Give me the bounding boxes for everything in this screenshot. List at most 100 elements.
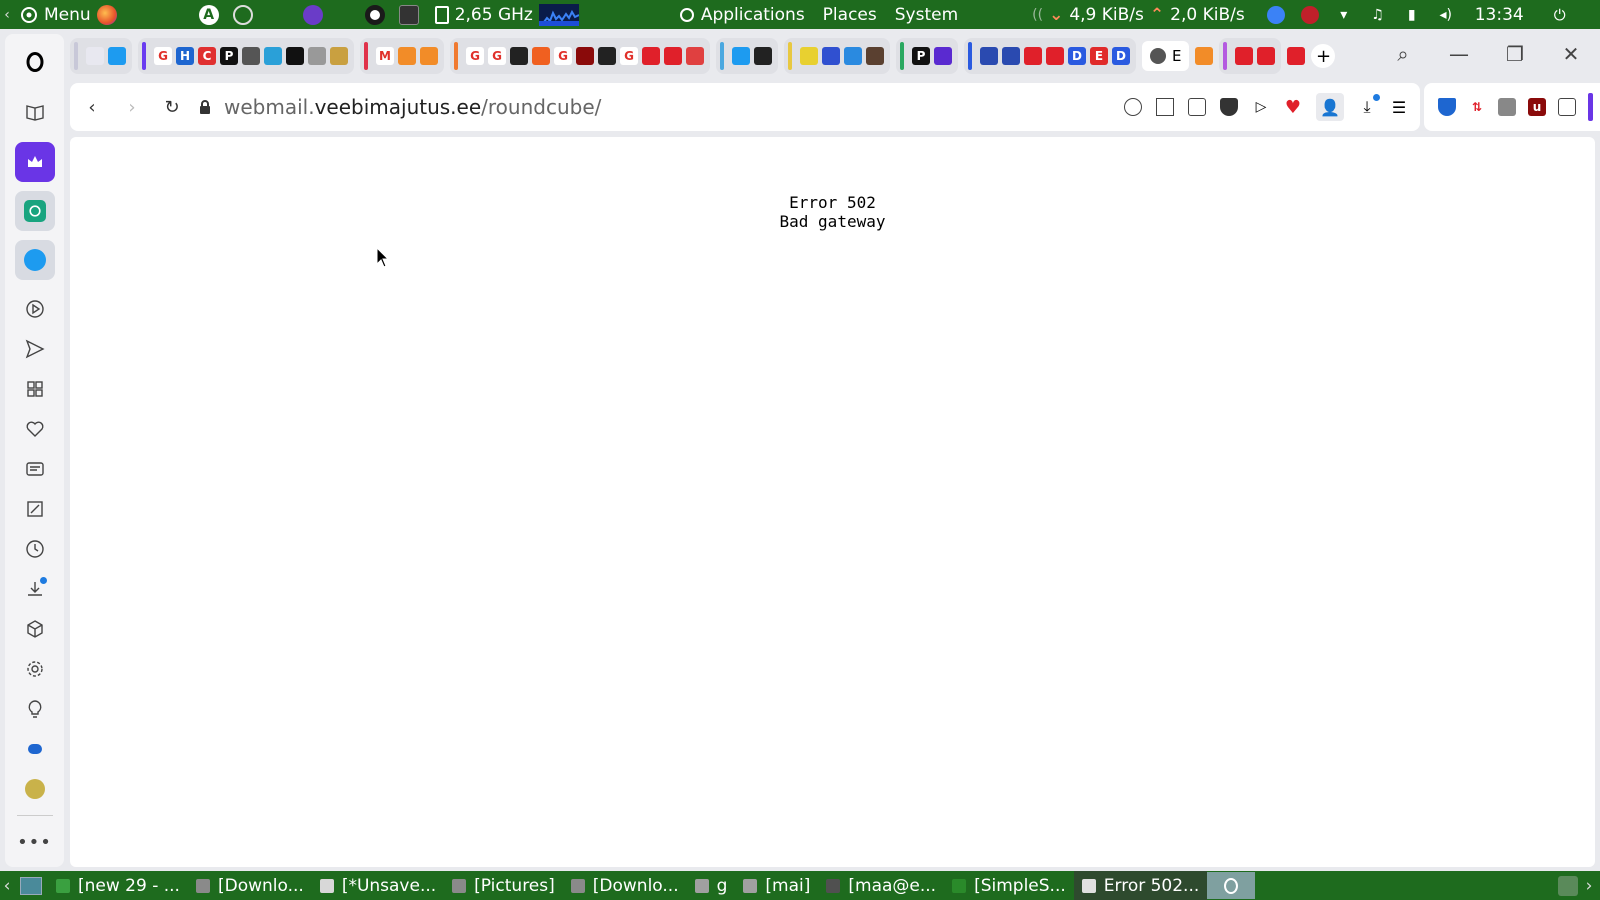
youtube-icon[interactable]	[1024, 47, 1042, 65]
update-manager-icon[interactable]	[1266, 5, 1285, 24]
tab-group-bar[interactable]	[74, 42, 78, 70]
youtube-icon[interactable]	[642, 47, 660, 65]
close-icon[interactable]: ✕	[1560, 42, 1582, 66]
tab-group-bar[interactable]	[142, 42, 146, 70]
d-icon[interactable]: D	[1068, 47, 1086, 65]
settings-gear-icon[interactable]	[15, 649, 55, 689]
news-reader-icon[interactable]	[15, 449, 55, 489]
maximize-icon[interactable]: ❐	[1504, 42, 1526, 66]
crown-icon[interactable]	[330, 47, 348, 65]
person-icon[interactable]	[866, 47, 884, 65]
tab-group-bar[interactable]	[900, 42, 904, 70]
grid-icon[interactable]	[1002, 47, 1020, 65]
notes-pen-icon[interactable]	[15, 489, 55, 529]
book-icon[interactable]	[308, 47, 326, 65]
back-button[interactable]: ‹	[72, 87, 112, 127]
youtube-icon[interactable]	[1235, 47, 1254, 65]
google-icon[interactable]: G	[620, 47, 638, 65]
twitter-icon[interactable]	[732, 47, 750, 65]
gmail-icon[interactable]: M	[376, 47, 394, 65]
puzzle-extension-icon[interactable]	[1498, 98, 1516, 116]
podcast-icon[interactable]	[302, 4, 323, 25]
youtube-icon[interactable]	[1287, 47, 1306, 65]
ublock-icon[interactable]	[576, 47, 594, 65]
camera-snapshot-icon[interactable]	[1188, 98, 1206, 116]
youtube-icon[interactable]	[1046, 47, 1064, 65]
battery-icon[interactable]: ▮	[1403, 6, 1421, 24]
grid-icon[interactable]	[980, 47, 998, 65]
volume-icon[interactable]: ◂)	[1437, 6, 1455, 24]
taskbar-window-9[interactable]: Error 502...	[1073, 871, 1208, 900]
shield-adblock-icon[interactable]	[1220, 98, 1238, 116]
chatgpt-icon[interactable]	[14, 191, 55, 231]
telegram-icon[interactable]	[264, 47, 282, 65]
ufo-icon[interactable]	[286, 47, 304, 65]
history-clock-icon[interactable]	[15, 529, 55, 569]
messenger-chat-icon[interactable]	[15, 729, 55, 769]
cube-extension-icon[interactable]	[1558, 98, 1576, 116]
sort-extension-icon[interactable]: ⇅	[1468, 98, 1486, 116]
tab-group-bar[interactable]	[968, 42, 972, 70]
taskbar-window-5[interactable]: g	[687, 871, 736, 900]
active-tab[interactable]: E	[1142, 41, 1190, 71]
new-tab-button[interactable]: +	[1311, 44, 1336, 68]
taskbar-window-0[interactable]: [new 29 - ...	[48, 871, 188, 900]
player-icon[interactable]	[15, 289, 55, 329]
heart-bookmark-icon[interactable]: ♥	[1284, 97, 1302, 118]
doc-icon[interactable]	[242, 47, 260, 65]
p-icon[interactable]: P	[220, 47, 238, 65]
opera-launcher-icon[interactable]	[364, 4, 385, 25]
trash-icon[interactable]	[1558, 875, 1578, 896]
google-icon[interactable]: G	[154, 47, 172, 65]
chatgpt-icon[interactable]	[754, 47, 772, 65]
opera-logo-icon[interactable]	[15, 42, 55, 82]
zonet-icon[interactable]	[800, 47, 818, 65]
blue-icon[interactable]	[822, 47, 840, 65]
twitter-icon[interactable]	[108, 47, 126, 65]
fox-icon[interactable]	[398, 47, 416, 65]
tab-group-bar[interactable]	[364, 42, 368, 70]
system-menu-button[interactable]: Menu	[14, 0, 123, 29]
c-icon[interactable]: C	[198, 47, 216, 65]
dot-icon[interactable]	[844, 47, 862, 65]
profile-icon[interactable]: 👤	[1316, 93, 1344, 121]
terminal-launcher-icon[interactable]	[398, 4, 419, 25]
workspaces-grid-icon[interactable]	[15, 369, 55, 409]
bookmarks-book-icon[interactable]	[15, 92, 55, 132]
tab-group-bar[interactable]	[454, 42, 458, 70]
notifications-icon[interactable]: ♫	[1369, 6, 1387, 24]
download-icon[interactable]: ⤓	[1358, 94, 1380, 116]
send-icon[interactable]: ▷	[1252, 98, 1270, 116]
fire-icon[interactable]	[532, 47, 550, 65]
h-icon[interactable]: H	[176, 47, 194, 65]
fox-icon[interactable]	[1195, 47, 1214, 65]
museum-icon[interactable]	[510, 47, 528, 65]
show-desktop-icon[interactable]	[20, 876, 42, 895]
coin-extension-icon[interactable]	[15, 769, 55, 809]
tab-group-bar[interactable]	[788, 42, 792, 70]
app-icon[interactable]	[686, 47, 704, 65]
more-options-icon[interactable]: •••	[15, 822, 55, 862]
tab-search-icon[interactable]: ⌕	[1392, 42, 1414, 66]
easy-setup-icon[interactable]: ☰	[1390, 98, 1408, 117]
taskbar-window-7[interactable]: [maa@e...	[818, 871, 944, 900]
google-icon[interactable]: G	[554, 47, 572, 65]
places-menu[interactable]: Places	[823, 5, 877, 25]
favorites-heart-icon[interactable]	[15, 409, 55, 449]
p-icon[interactable]: P	[912, 47, 930, 65]
minimize-icon[interactable]: —	[1448, 42, 1470, 66]
extensions-cube-icon[interactable]	[15, 609, 55, 649]
ublock-icon[interactable]: u	[1528, 98, 1546, 116]
twitter-icon[interactable]	[14, 240, 55, 280]
taskbar-left-arrow-icon[interactable]: ‹	[0, 876, 14, 896]
google-icon[interactable]: G	[488, 47, 506, 65]
tab-group-bar[interactable]	[720, 42, 724, 70]
address-field[interactable]: webmail.veebimajutus.ee/roundcube/	[198, 95, 601, 119]
youtube-icon[interactable]	[1257, 47, 1276, 65]
settings-gears-icon[interactable]	[232, 4, 253, 25]
system-menu[interactable]: System	[895, 5, 958, 25]
edit-pen-icon[interactable]	[1156, 98, 1174, 116]
museum-icon[interactable]	[598, 47, 616, 65]
forward-button[interactable]: ›	[112, 87, 152, 127]
fox-icon[interactable]	[420, 47, 438, 65]
